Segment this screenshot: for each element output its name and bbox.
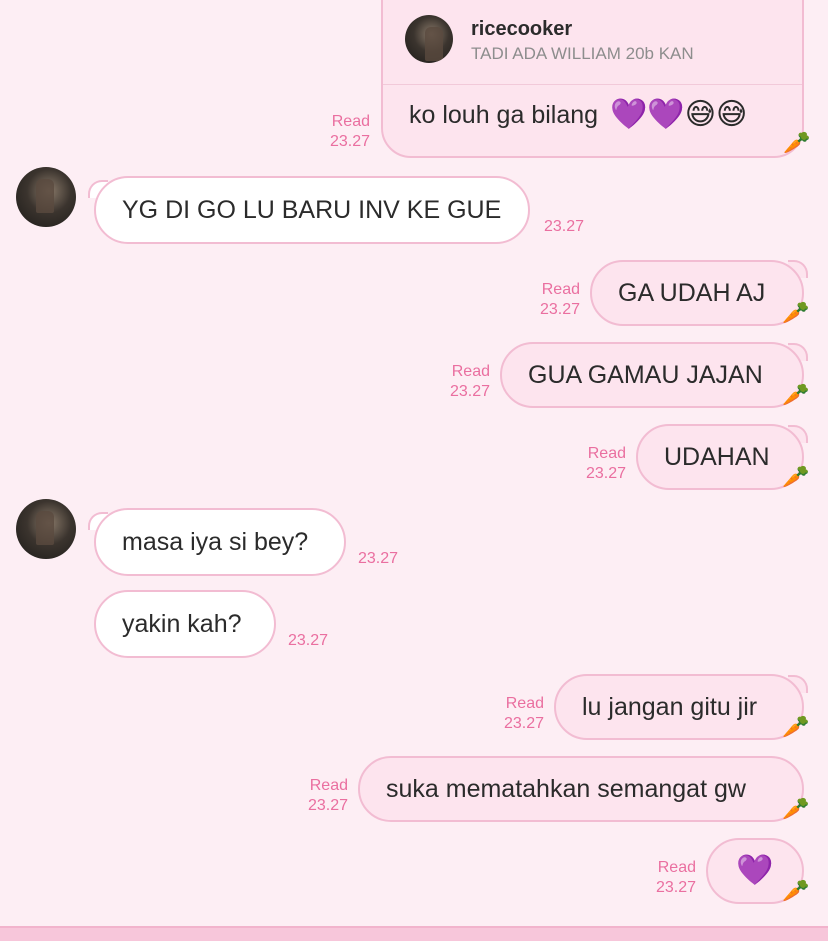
carrot-icon: 🥕 (783, 130, 811, 155)
message-bubble-outgoing[interactable]: GA UDAH AJ (590, 260, 804, 326)
message-bubble-incoming[interactable]: yakin kah? (94, 590, 276, 658)
message-time: 23.27 (288, 632, 329, 649)
sender-avatar[interactable] (16, 499, 76, 559)
message-time: 23.27 (539, 301, 580, 318)
read-status: Read (451, 363, 490, 380)
read-status: Read (587, 445, 626, 462)
carrot-icon: 🥕 (782, 464, 810, 489)
read-status: Read (505, 695, 544, 712)
message-time: 23.27 (307, 797, 348, 814)
quoted-text: TADI ADA WILLIAM 20b KAN (471, 44, 694, 63)
message-time: 23.27 (585, 465, 626, 482)
read-status: Read (309, 777, 348, 794)
message-time: 23.27 (503, 715, 544, 732)
message-meta: Read 23.27 (510, 280, 580, 320)
message-bubble-incoming[interactable]: YG DI GO LU BARU INV KE GUE (94, 176, 530, 244)
message-meta: Read 23.27 (556, 444, 626, 484)
message-meta: Read 23.27 (420, 362, 490, 402)
message-bubble-outgoing[interactable]: suka mematahkan semangat gw (358, 756, 804, 822)
carrot-icon: 🥕 (782, 878, 810, 903)
carrot-icon: 🥕 (782, 714, 810, 739)
message-time: 23.27 (329, 133, 370, 150)
message-time: 23.27 (449, 383, 490, 400)
message-meta: Read 23.27 (474, 694, 544, 734)
chat-thread: ricecooker TADI ADA WILLIAM 20b KAN ko l… (0, 0, 828, 941)
read-status: Read (331, 113, 370, 130)
quoted-user-avatar (405, 15, 453, 63)
message-text: GUA GAMAU JAJAN (528, 360, 763, 389)
purple-heart-emoji-group: 💜💜😅😅 (610, 98, 748, 131)
message-time: 23.27 (655, 879, 696, 896)
message-bubble-outgoing[interactable]: GUA GAMAU JAJAN (500, 342, 804, 408)
purple-heart-emoji: 💜 (736, 854, 774, 887)
message-time: 23.27 (544, 218, 585, 235)
carrot-icon: 🥕 (782, 300, 810, 325)
message-bubble-outgoing[interactable]: lu jangan gitu jir (554, 674, 804, 740)
carrot-icon: 🥕 (782, 796, 810, 821)
reply-meta: Read 23.27 (300, 112, 370, 152)
carrot-icon: 🥕 (782, 382, 810, 407)
message-meta: Read 23.27 (278, 776, 348, 816)
sender-avatar[interactable] (16, 167, 76, 227)
message-text: lu jangan gitu jir (582, 692, 758, 721)
message-text: GA UDAH AJ (618, 278, 766, 307)
reply-text: ko louh ga bilang (409, 100, 599, 129)
message-text: yakin kah? (122, 609, 242, 638)
quoted-message[interactable]: ricecooker TADI ADA WILLIAM 20b KAN (383, 0, 802, 85)
reply-message-bubble[interactable]: ricecooker TADI ADA WILLIAM 20b KAN ko l… (381, 0, 810, 158)
reply-body: ko louh ga bilang 💜💜😅😅 (409, 100, 747, 130)
message-bubble-incoming[interactable]: masa iya si bey? (94, 508, 346, 576)
message-meta: Read 23.27 (626, 858, 696, 898)
message-bubble-outgoing[interactable]: UDAHAN (636, 424, 804, 490)
message-text: suka mematahkan semangat gw (386, 774, 746, 803)
read-status: Read (541, 281, 580, 298)
quoted-user-name: ricecooker (471, 18, 573, 40)
message-text: YG DI GO LU BARU INV KE GUE (122, 195, 502, 224)
message-text: masa iya si bey? (122, 527, 309, 556)
message-text: UDAHAN (664, 442, 770, 471)
read-status: Read (657, 859, 696, 876)
message-time: 23.27 (358, 550, 399, 567)
